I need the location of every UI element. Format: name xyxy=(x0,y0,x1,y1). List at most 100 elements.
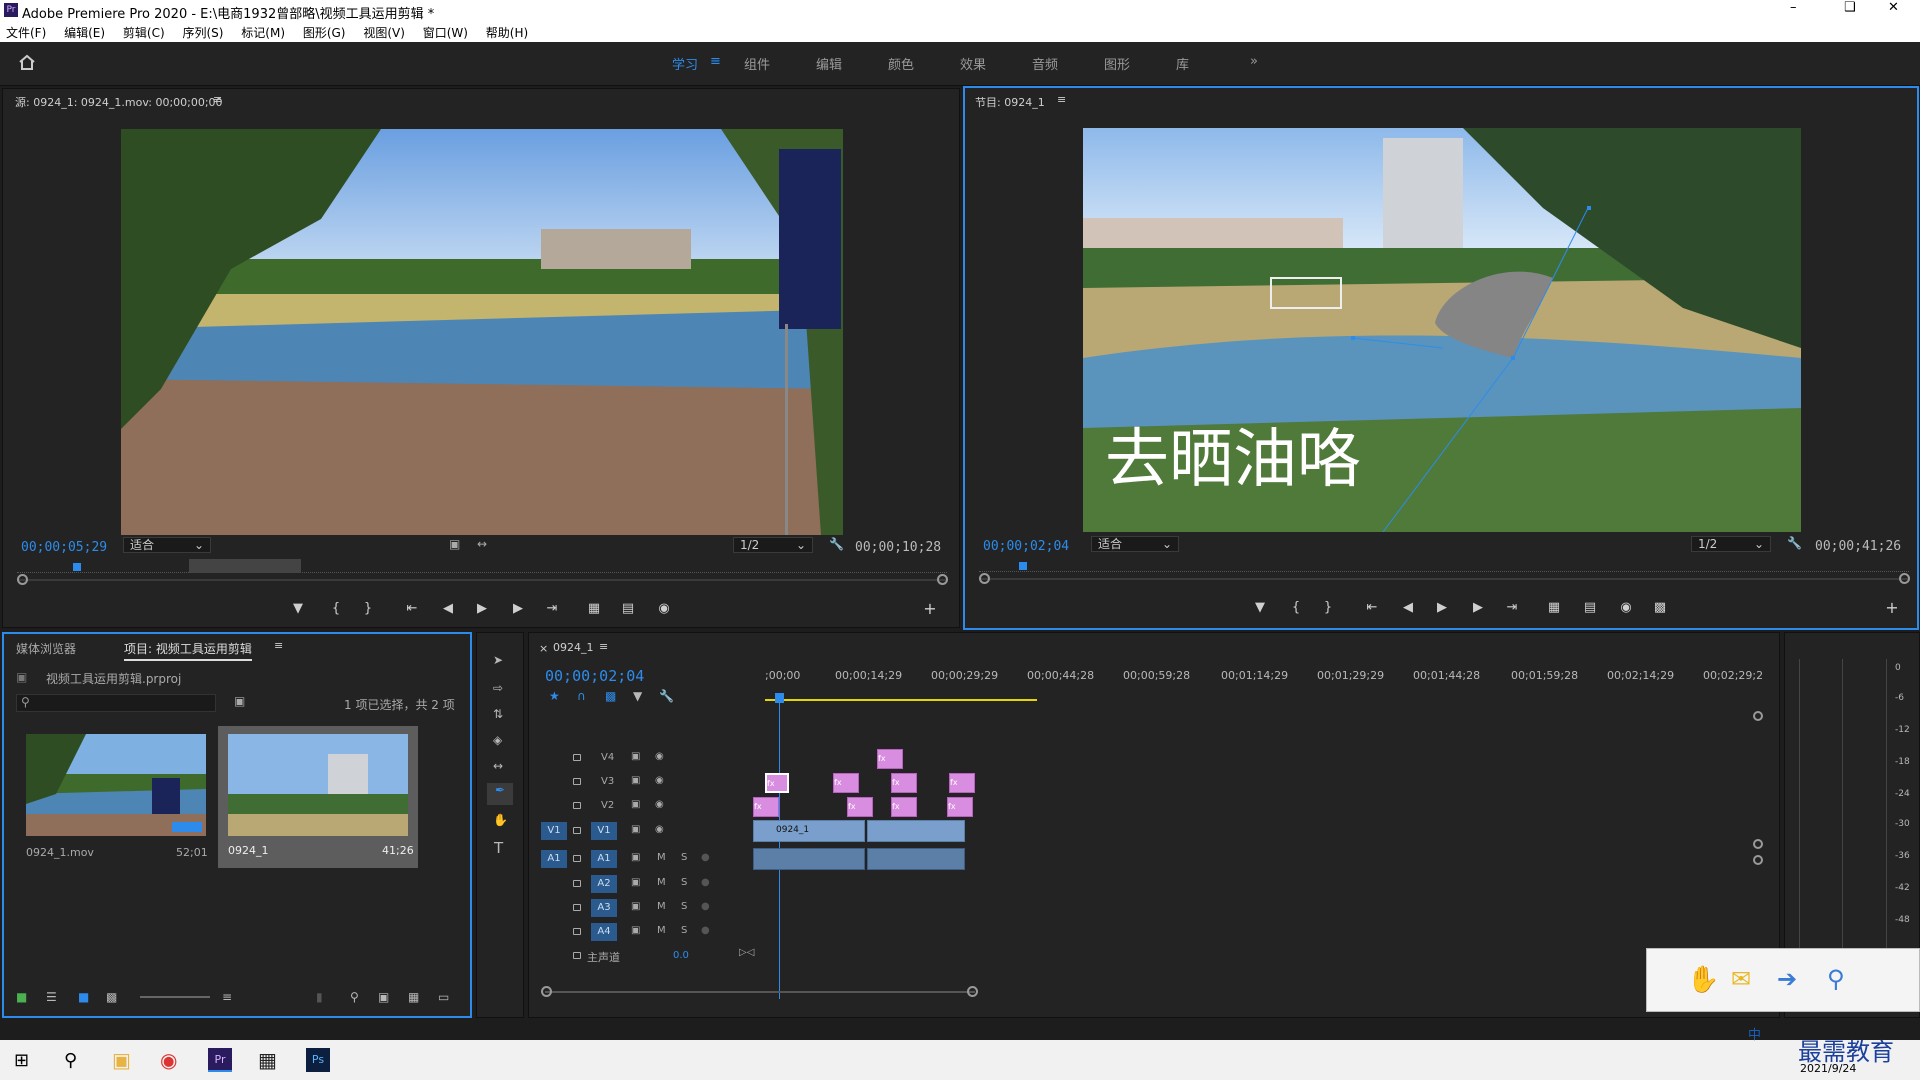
source-time-ruler[interactable] xyxy=(17,563,947,573)
lock-icon[interactable] xyxy=(573,880,581,887)
timeline-h-scroll-right-handle[interactable] xyxy=(967,986,978,997)
panel-menu-icon[interactable]: ≡ xyxy=(213,93,222,106)
timeline-settings-icon[interactable]: 🔧 xyxy=(659,689,674,703)
add-marker-icon[interactable]: ▼ xyxy=(633,689,642,703)
lock-icon[interactable] xyxy=(573,952,581,959)
linked-selection-icon[interactable]: ▩ xyxy=(605,689,616,703)
tab-media-browser[interactable]: 媒体浏览器 xyxy=(16,640,76,657)
title-caption-text[interactable]: 去晒油咯 xyxy=(1105,408,1361,500)
program-scroll-left-handle[interactable] xyxy=(979,573,990,584)
overwrite-icon[interactable]: ▤ xyxy=(619,601,637,616)
eye-icon[interactable]: ◉ xyxy=(655,775,664,786)
mark-in-icon[interactable]: { xyxy=(1287,600,1305,615)
insert-icon[interactable]: ▦ xyxy=(585,601,603,616)
timeline-playhead-handle[interactable] xyxy=(775,693,784,703)
timeline-v-scroll-handle[interactable] xyxy=(1753,711,1763,721)
razor-tool-icon[interactable]: ◈ xyxy=(493,733,502,747)
export-frame-icon[interactable]: ◉ xyxy=(655,601,673,616)
trash-icon[interactable]: ▭ xyxy=(438,990,449,1004)
snap-icon[interactable]: ∩ xyxy=(577,689,586,703)
settings-wrench-icon[interactable]: 🔧 xyxy=(829,537,844,551)
program-scroll-right-handle[interactable] xyxy=(1899,573,1910,584)
close-icon[interactable]: ✕ xyxy=(1888,0,1899,15)
timeline-h-scroll-bar[interactable] xyxy=(545,991,975,993)
video-clip-v1[interactable] xyxy=(867,820,965,842)
project-item-name[interactable]: 0924_1.mov xyxy=(26,846,94,859)
mute-button[interactable]: M xyxy=(657,852,666,863)
mic-icon[interactable]: ● xyxy=(701,925,710,936)
sort-icon[interactable]: ≡ xyxy=(222,990,232,1004)
step-back-icon[interactable]: ◀ xyxy=(1399,600,1417,615)
lock-icon[interactable] xyxy=(573,802,581,809)
graphic-clip-v3[interactable]: fx xyxy=(833,773,859,793)
chrome-icon[interactable]: ◉ xyxy=(160,1048,177,1072)
play-icon[interactable]: ▶ xyxy=(473,601,491,616)
go-to-in-icon[interactable]: ⇤ xyxy=(403,601,421,616)
mute-button[interactable]: M xyxy=(657,925,666,936)
nest-icon[interactable]: ★ xyxy=(549,689,560,703)
go-to-in-icon[interactable]: ⇤ xyxy=(1363,600,1381,615)
freeform-view-icon[interactable]: ▩ xyxy=(106,990,117,1004)
track-label-a2[interactable]: A2 xyxy=(591,875,617,893)
panel-menu-icon[interactable]: ≡ xyxy=(599,640,608,653)
drag-audio-icon[interactable]: ↔ xyxy=(477,537,487,551)
mute-button[interactable]: M xyxy=(657,901,666,912)
mic-icon[interactable]: ● xyxy=(701,877,710,888)
menu-edit[interactable]: 编辑(E) xyxy=(64,26,105,40)
hand-icon[interactable]: ✋ xyxy=(1687,965,1719,995)
graphic-clip-v3[interactable]: fx xyxy=(765,773,789,793)
work-area-bar[interactable] xyxy=(765,699,1037,701)
graphic-clip-v2[interactable]: fx xyxy=(891,797,917,817)
hand-tool-icon[interactable]: ✋ xyxy=(493,813,508,827)
export-icon[interactable]: ➔ xyxy=(1777,965,1797,993)
workspace-audio[interactable]: 音频 xyxy=(1032,54,1058,73)
graphic-clip-v2[interactable]: fx xyxy=(947,797,973,817)
film-icon[interactable]: ▣ xyxy=(631,925,640,936)
extract-icon[interactable]: ▤ xyxy=(1581,600,1599,615)
add-button-icon[interactable]: + xyxy=(921,599,939,618)
graphic-clip-v4[interactable]: fx xyxy=(877,749,903,769)
menu-file[interactable]: 文件(F) xyxy=(6,26,46,40)
add-marker-icon[interactable]: ▼ xyxy=(1251,600,1269,615)
comparison-view-icon[interactable]: ▩ xyxy=(1651,600,1669,615)
workspace-libraries[interactable]: 库 xyxy=(1176,54,1189,73)
list-view-icon[interactable]: ☰ xyxy=(46,990,57,1004)
menu-window[interactable]: 窗口(W) xyxy=(423,26,468,40)
lock-icon[interactable] xyxy=(573,827,581,834)
workspace-learn[interactable]: 学习 xyxy=(672,54,698,73)
track-select-tool-icon[interactable]: ⇨ xyxy=(493,681,503,695)
solo-button[interactable]: S xyxy=(681,877,687,888)
film-icon[interactable]: ▣ xyxy=(631,775,640,786)
zoom-slider[interactable] xyxy=(140,996,210,998)
graphic-clip-v2[interactable]: fx xyxy=(753,797,779,817)
find-icon[interactable]: ⚲ xyxy=(350,990,359,1004)
add-marker-icon[interactable]: ▼ xyxy=(289,601,307,616)
mic-icon[interactable]: ● xyxy=(701,852,710,863)
track-label-a3[interactable]: A3 xyxy=(591,899,617,917)
eye-icon[interactable]: ◉ xyxy=(655,751,664,762)
program-resolution-dropdown[interactable]: 1/2 ⌄ xyxy=(1691,536,1771,552)
export-frame-icon[interactable]: ◉ xyxy=(1617,600,1635,615)
source-patch-v1[interactable]: V1 xyxy=(541,822,567,840)
home-icon[interactable] xyxy=(18,54,36,70)
new-item-icon[interactable]: ▦ xyxy=(408,990,419,1004)
chat-icon[interactable]: ✉ xyxy=(1731,965,1751,993)
source-resolution-dropdown[interactable]: 1/2 ⌄ xyxy=(733,537,813,553)
track-label-v1[interactable]: V1 xyxy=(591,822,617,840)
lock-icon[interactable] xyxy=(573,928,581,935)
step-forward-icon[interactable]: ▶ xyxy=(509,601,527,616)
slip-tool-icon[interactable]: ↔ xyxy=(493,759,503,773)
lock-icon[interactable] xyxy=(573,855,581,862)
menu-sequence[interactable]: 序列(S) xyxy=(182,26,223,40)
graphic-clip-v3[interactable]: fx xyxy=(949,773,975,793)
type-tool-icon[interactable]: T xyxy=(494,839,503,857)
source-playhead-timecode[interactable]: 00;00;05;29 xyxy=(21,540,107,555)
step-back-icon[interactable]: ◀ xyxy=(439,601,457,616)
workspace-effects[interactable]: 效果 xyxy=(960,54,986,73)
program-zoom-dropdown[interactable]: 适合 ⌄ xyxy=(1091,536,1179,552)
zoom-icon[interactable]: ⚲ xyxy=(1827,965,1845,993)
pen-tool-icon[interactable]: ✒ xyxy=(487,783,513,805)
file-explorer-icon[interactable]: ▣ xyxy=(112,1048,131,1072)
mark-out-icon[interactable]: } xyxy=(359,601,377,616)
film-icon[interactable]: ▣ xyxy=(631,824,640,835)
